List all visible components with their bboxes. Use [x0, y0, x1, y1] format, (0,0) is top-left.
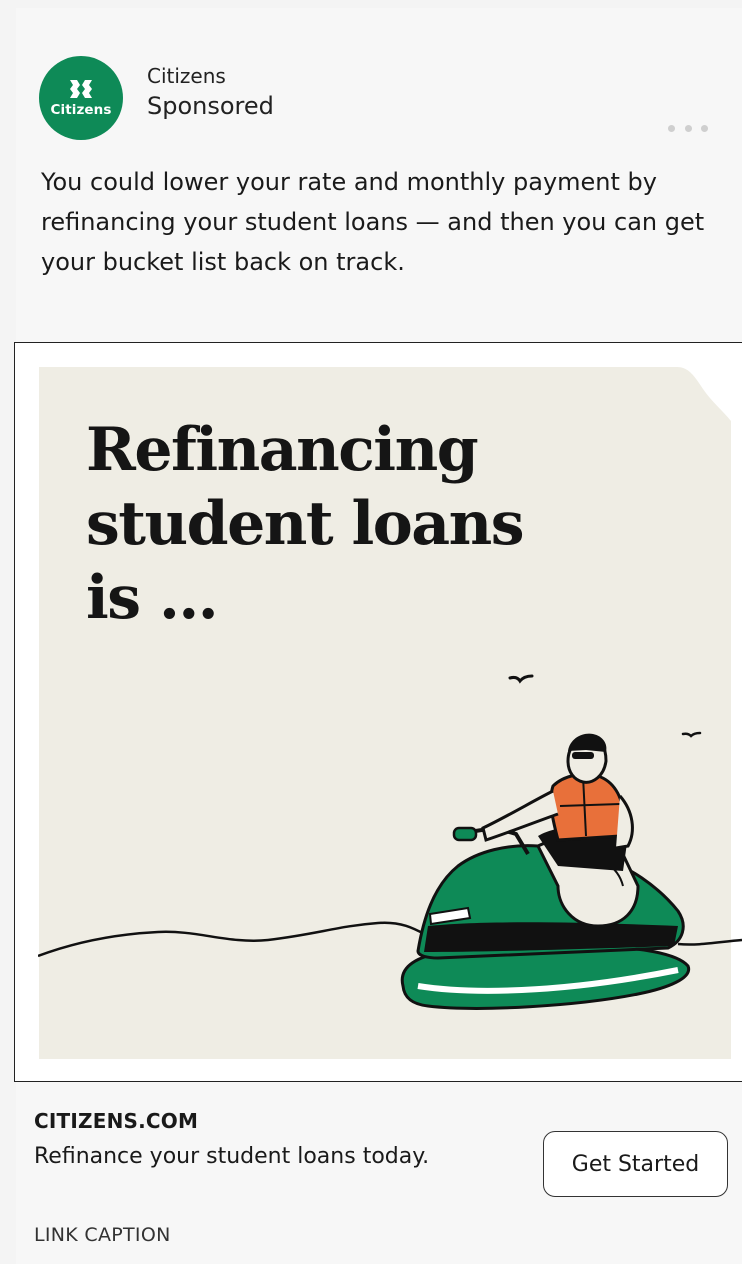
- bird-icon: [508, 674, 534, 684]
- sponsored-label: Sponsored: [147, 92, 274, 120]
- link-description[interactable]: Refinance your student loans today.: [34, 1144, 429, 1169]
- life-vest: [549, 772, 625, 842]
- citizens-logo-icon: [70, 80, 92, 98]
- advertiser-avatar[interactable]: Citizens: [39, 56, 123, 140]
- more-horizontal-icon: [668, 124, 675, 132]
- more-dot: [684, 124, 692, 132]
- more-options-button[interactable]: [666, 118, 710, 138]
- get-started-button[interactable]: Get Started: [543, 1131, 728, 1197]
- jet-ski-illustration: [38, 674, 742, 1010]
- avatar-brand-text: Citizens: [50, 102, 112, 118]
- more-dot: [701, 124, 708, 132]
- advertiser-name[interactable]: Citizens: [147, 64, 226, 88]
- post-body-text: You could lower your rate and monthly pa…: [41, 168, 705, 276]
- link-caption: LINK CAPTION: [34, 1224, 171, 1246]
- ad-card: Citizens Citizens Sponsored You could lo…: [14, 8, 742, 1264]
- water-line: [38, 921, 459, 958]
- link-domain[interactable]: CITIZENS.COM: [34, 1109, 198, 1133]
- water-line: [677, 938, 742, 946]
- bird-icon: [681, 731, 702, 738]
